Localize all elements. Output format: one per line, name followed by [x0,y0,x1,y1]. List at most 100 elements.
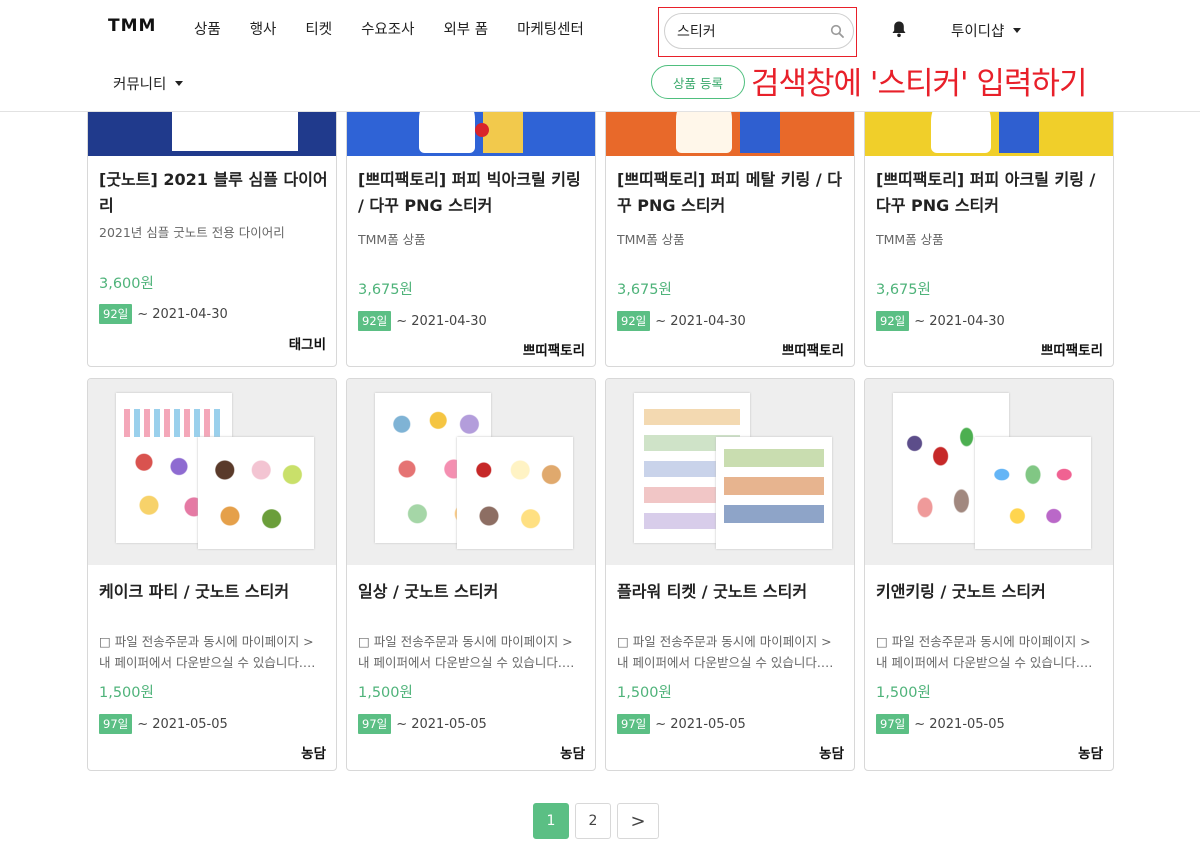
product-title[interactable]: [쁘띠팩토리] 퍼피 빅아크릴 키링 / 다꾸 PNG 스티커 [358,167,590,219]
product-card[interactable]: 일상 / 굿노트 스티커 □ 파일 전송주문과 동시에 마이페이지 > 내 페이… [346,378,596,771]
nav-item-survey[interactable]: 수요조사 [361,18,414,39]
seller-name[interactable]: 쁘띠팩토리 [523,339,585,359]
nav-item-community-label: 커뮤니티 [113,77,167,93]
nav-item-tickets[interactable]: 티켓 [305,18,332,39]
product-title[interactable]: 케이크 파티 / 굿노트 스티커 [99,579,331,605]
days-left-badge: 92일 [358,311,392,331]
tutorial-annotation: 검색창에 '스티커' 입력하기 [751,66,1087,102]
end-date: ~ 2021-05-05 [137,716,228,732]
end-date: ~ 2021-05-05 [655,716,746,732]
days-left-badge: 97일 [358,714,392,734]
product-card[interactable]: 플라워 티켓 / 굿노트 스티커 □ 파일 전송주문과 동시에 마이페이지 > … [605,378,855,771]
product-description: □ 파일 전송주문과 동시에 마이페이지 > 내 페이퍼에서 다운받으실 수 있… [358,634,575,670]
sticker-sheet [198,437,314,549]
thumbnail-art [475,123,489,137]
product-thumbnail[interactable] [347,379,595,565]
product-deadline: 92일 ~ 2021-04-30 [99,304,228,324]
days-left-badge: 97일 [876,714,910,734]
page-button-2[interactable]: 2 [575,803,611,839]
product-deadline: 92일 ~ 2021-04-30 [617,311,746,331]
product-description: □ 파일 전송주문과 동시에 마이페이지 > 내 페이퍼에서 다운받으실 수 있… [99,634,316,670]
product-thumbnail[interactable] [865,379,1113,565]
product-title[interactable]: [굿노트] 2021 블루 심플 다이어리 [99,167,331,219]
ticket-sticker [724,449,824,467]
thumbnail-art [204,447,308,539]
product-price: 1,500원 [876,685,931,701]
register-product-button[interactable]: 상품 등록 [651,65,745,99]
product-description: TMM폼 상품 [358,232,426,247]
days-left-badge: 92일 [617,311,651,331]
product-price: 3,600원 [99,276,154,292]
product-title[interactable]: 키앤키링 / 굿노트 스티커 [876,579,1108,605]
product-price: 3,675원 [617,282,672,298]
product-price: 1,500원 [99,685,154,701]
seller-name[interactable]: 농담 [560,742,585,762]
thumbnail-art [124,409,224,437]
product-description: 2021년 심플 굿노트 전용 다이어리 [99,225,285,240]
search-input[interactable] [677,20,827,42]
seller-name[interactable]: 태그비 [289,333,326,353]
thumbnail-art [483,105,523,153]
nav-item-external-form[interactable]: 외부 폼 [443,18,488,39]
thumbnail-art [999,105,1039,153]
sticker-sheet [975,437,1091,549]
product-description: TMM폼 상품 [876,232,944,247]
end-date: ~ 2021-04-30 [396,313,487,329]
product-deadline: 97일 ~ 2021-05-05 [617,714,746,734]
ticket-sticker [724,477,824,495]
end-date: ~ 2021-05-05 [396,716,487,732]
days-left-badge: 92일 [876,311,910,331]
product-title[interactable]: 플라워 티켓 / 굿노트 스티커 [617,579,849,605]
sticker-sheet [457,437,573,549]
nav-item-products[interactable]: 상품 [194,18,221,39]
product-deadline: 97일 ~ 2021-05-05 [358,714,487,734]
product-title[interactable]: [쁘띠팩토리] 퍼피 메탈 키링 / 다꾸 PNG 스티커 [617,167,849,219]
next-page-button[interactable]: > [617,803,659,839]
product-deadline: 97일 ~ 2021-05-05 [99,714,228,734]
days-left-badge: 97일 [99,714,133,734]
main-nav: 상품 행사 티켓 수요조사 외부 폼 마케팅센터 [194,18,613,39]
seller-name[interactable]: 농담 [819,742,844,762]
thumbnail-art [740,105,780,153]
search-bar [664,13,854,49]
product-title[interactable]: 일상 / 굿노트 스티커 [358,579,590,605]
sticker-sheet [716,437,832,549]
site-logo[interactable]: TMM [108,16,156,36]
product-description: TMM폼 상품 [617,232,685,247]
days-left-badge: 97일 [617,714,651,734]
page-button-1[interactable]: 1 [533,803,569,839]
product-description: □ 파일 전송주문과 동시에 마이페이지 > 내 페이퍼에서 다운받으실 수 있… [876,634,1093,670]
product-deadline: 92일 ~ 2021-04-30 [876,311,1005,331]
user-menu[interactable]: 투이디샵 [951,20,1022,41]
product-title[interactable]: [쁘띠팩토리] 퍼피 아크릴 키링 / 다꾸 PNG 스티커 [876,167,1108,219]
product-card[interactable]: 키앤키링 / 굿노트 스티커 □ 파일 전송주문과 동시에 마이페이지 > 내 … [864,378,1114,771]
notification-bell-icon[interactable] [891,20,907,38]
end-date: ~ 2021-04-30 [137,306,228,322]
thumbnail-art [463,447,567,539]
product-deadline: 97일 ~ 2021-05-05 [876,714,1005,734]
product-card[interactable]: 케이크 파티 / 굿노트 스티커 □ 파일 전송주문과 동시에 마이페이지 > … [87,378,337,771]
ticket-sticker [644,409,740,425]
end-date: ~ 2021-05-05 [914,716,1005,732]
seller-name[interactable]: 쁘띠팩토리 [782,339,844,359]
product-description: □ 파일 전송주문과 동시에 마이페이지 > 내 페이퍼에서 다운받으실 수 있… [617,634,834,670]
seller-name[interactable]: 농담 [301,742,326,762]
nav-item-community[interactable]: 커뮤니티 [113,73,184,94]
product-thumbnail[interactable] [606,379,854,565]
user-name: 투이디샵 [951,24,1005,40]
chevron-down-icon [175,81,184,86]
end-date: ~ 2021-04-30 [914,313,1005,329]
product-thumbnail[interactable] [88,379,336,565]
top-header: TMM 상품 행사 티켓 수요조사 외부 폼 마케팅센터 커뮤니티 투이디샵 상… [0,0,1200,112]
thumbnail-art [981,447,1085,539]
product-price: 3,675원 [876,282,931,298]
search-icon[interactable] [830,24,844,38]
chevron-down-icon [1013,28,1022,33]
nav-item-marketing-center[interactable]: 마케팅센터 [517,18,584,39]
pagination: 1 2 > [533,803,665,839]
seller-name[interactable]: 쁘띠팩토리 [1041,339,1103,359]
nav-item-events[interactable]: 행사 [250,18,277,39]
seller-name[interactable]: 농담 [1078,742,1103,762]
end-date: ~ 2021-04-30 [655,313,746,329]
product-deadline: 92일 ~ 2021-04-30 [358,311,487,331]
